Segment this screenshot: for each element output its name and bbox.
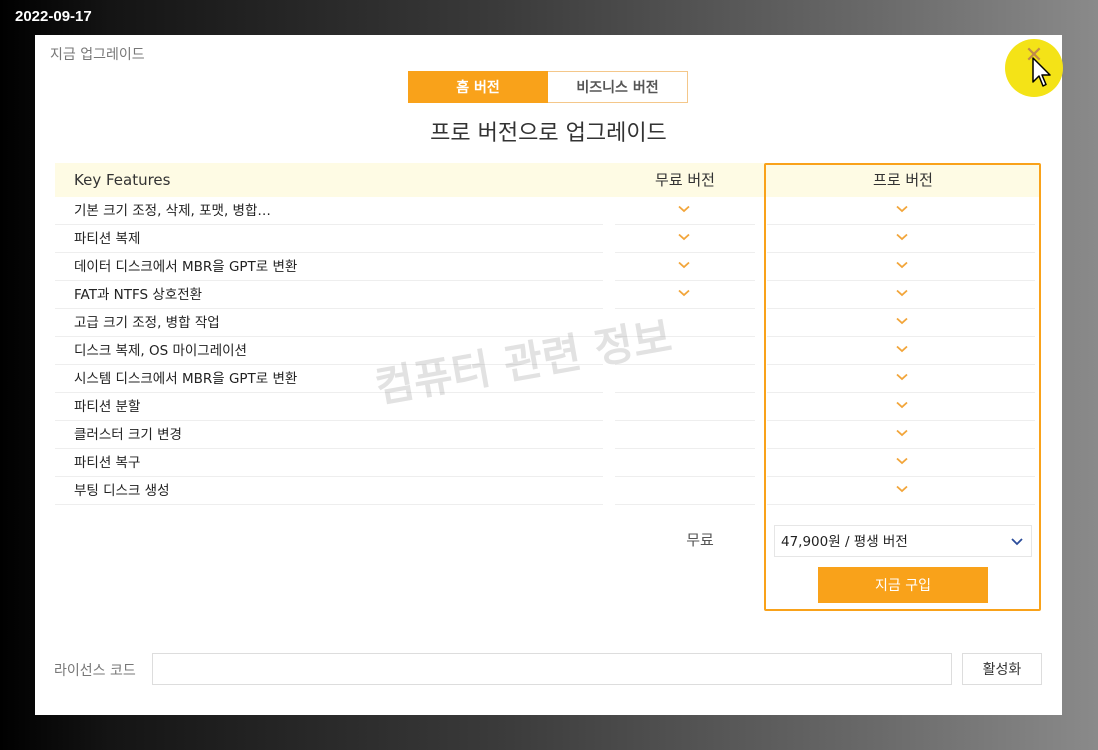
edition-tabs: 홈 버전 비즈니스 버전: [408, 71, 688, 103]
chevron-down-icon[interactable]: [1011, 537, 1023, 546]
pro-price-select[interactable]: 47,900원 / 평생 버전: [774, 525, 1032, 557]
header-key-features: Key Features: [74, 171, 171, 189]
date-stamp: 2022-09-17: [15, 8, 92, 25]
activate-button[interactable]: 활성화: [962, 653, 1042, 685]
tab-business-edition[interactable]: 비즈니스 버전: [548, 71, 688, 103]
license-code-input[interactable]: [152, 653, 952, 685]
feature-name: 고급 크기 조정, 병합 작업: [74, 315, 220, 331]
free-check-icon: [678, 205, 690, 213]
feature-name: 파티션 복제: [74, 231, 141, 247]
feature-name: 시스템 디스크에서 MBR을 GPT로 변환: [74, 371, 298, 387]
header-free-version: 무료 버전: [655, 171, 715, 189]
page-title: 프로 버전으로 업그레이드: [430, 121, 667, 146]
dialog-title: 지금 업그레이드: [50, 47, 145, 63]
feature-name: 부팅 디스크 생성: [74, 483, 170, 499]
license-code-label: 라이선스 코드: [54, 663, 136, 679]
feature-name: 데이터 디스크에서 MBR을 GPT로 변환: [74, 259, 298, 275]
feature-name: 클러스터 크기 변경: [74, 427, 182, 443]
feature-name: 디스크 복제, OS 마이그레이션: [74, 343, 247, 359]
pro-price-selected: 47,900원 / 평생 버전: [781, 534, 908, 550]
free-check-icon: [678, 289, 690, 297]
tab-home-edition[interactable]: 홈 버전: [408, 71, 548, 103]
free-check-icon: [678, 261, 690, 269]
close-button[interactable]: ✕: [1005, 39, 1063, 97]
upgrade-dialog: 지금 업그레이드 ✕ 홈 버전 비즈니스 버전 프로 버전으로 업그레이드 Ke…: [35, 35, 1063, 715]
free-price: 무료: [686, 531, 714, 549]
feature-name: 기본 크기 조정, 삭제, 포맷, 병합…: [74, 203, 271, 219]
feature-name: FAT과 NTFS 상호전환: [74, 287, 203, 303]
free-check-icon: [678, 233, 690, 241]
mouse-cursor-icon: [1032, 57, 1051, 87]
feature-name: 파티션 복구: [74, 455, 141, 471]
feature-name: 파티션 분할: [74, 399, 141, 415]
buy-now-button[interactable]: 지금 구입: [818, 567, 988, 603]
